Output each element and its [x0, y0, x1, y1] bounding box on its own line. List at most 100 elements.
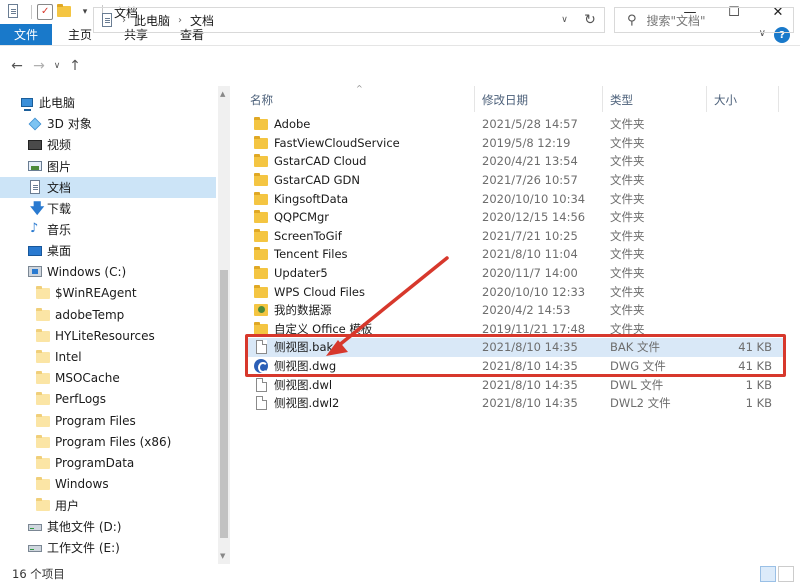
breadcrumb-separator[interactable]: › [178, 15, 182, 26]
file-name: 我的数据源 [274, 303, 332, 318]
sidebar-item[interactable]: adobeTemp [0, 304, 216, 325]
sidebar-item[interactable]: 视频 [0, 134, 216, 155]
file-name: Tencent Files [274, 247, 348, 262]
file-name: Adobe [274, 117, 311, 132]
properties-icon[interactable]: ✓ [37, 4, 53, 20]
sidebar-scrollbar[interactable]: ▲ ▼ [218, 86, 230, 564]
recent-locations-button[interactable]: ∨ [50, 55, 64, 77]
scroll-up-icon[interactable]: ▲ [220, 90, 225, 98]
file-name: 侧视图.dwl2 [274, 396, 340, 411]
customize-toolbar-icon[interactable]: ▾ [77, 4, 93, 20]
file-date: 2019/5/8 12:19 [482, 135, 571, 150]
sidebar-item-label: 下载 [47, 202, 72, 216]
file-row[interactable]: 侧视图.dwl2 2021/8/10 14:35 DWL2 文件 1 KB [246, 394, 786, 413]
large-icons-view-button[interactable] [778, 566, 794, 582]
sidebar-item[interactable]: HYLiteResources [0, 325, 216, 346]
drive-icon [28, 541, 42, 555]
breadcrumb-this-pc[interactable]: 此电脑 [134, 12, 170, 29]
file-row[interactable]: GstarCAD GDN 2021/7/26 10:57 文件夹 [246, 171, 786, 190]
file-row[interactable]: Tencent Files 2021/8/10 11:04 文件夹 [246, 245, 786, 264]
sidebar-item-label: 其他文件 (D:) [47, 520, 122, 534]
sidebar-item-label: Intel [55, 349, 82, 364]
details-view-button[interactable] [760, 566, 776, 582]
file-row[interactable]: 侧视图.dwl 2021/8/10 14:35 DWL 文件 1 KB [246, 375, 786, 394]
column-date[interactable]: 修改日期 [482, 92, 528, 108]
download-icon: 🡇 [30, 200, 45, 217]
up-button[interactable]: ↑ [64, 55, 86, 77]
sidebar-item[interactable]: 工作文件 (E:) [0, 537, 216, 558]
file-row[interactable]: GstarCAD Cloud 2020/4/21 13:54 文件夹 [246, 152, 786, 171]
search-box[interactable]: ⚲ 搜索"文档" [614, 7, 794, 33]
file-row[interactable]: WPS Cloud Files 2020/10/10 12:33 文件夹 [246, 282, 786, 301]
column-divider[interactable] [778, 86, 779, 112]
file-row[interactable]: KingsoftData 2020/10/10 10:34 文件夹 [246, 189, 786, 208]
sidebar-item[interactable]: Windows [0, 474, 216, 495]
sidebar-item[interactable]: Intel [0, 346, 216, 367]
sidebar-item[interactable]: 桌面 [0, 240, 216, 261]
sidebar-item[interactable]: ProgramData [0, 452, 216, 473]
sidebar-item[interactable]: 🡇 下载 [0, 198, 216, 219]
file-type: 文件夹 [610, 117, 645, 132]
sort-ascending-icon: ^ [356, 84, 363, 93]
back-button[interactable]: ← [6, 55, 28, 77]
tab-file[interactable]: 文件 [0, 24, 53, 45]
sidebar-item[interactable]: 用户 [0, 495, 216, 516]
folder-icon [36, 392, 50, 406]
sidebar-item[interactable]: 其他文件 (D:) [0, 516, 216, 537]
address-dropdown-icon[interactable]: ∨ [553, 8, 575, 32]
folder-icon [254, 117, 268, 131]
column-header: ^ 名称 修改日期 类型 大小 [232, 84, 800, 112]
sidebar-item[interactable]: 文档 [0, 176, 216, 198]
column-divider[interactable] [602, 86, 603, 112]
sidebar-item[interactable]: MSOCache [0, 368, 216, 389]
file-type: 文件夹 [610, 173, 645, 188]
file-row[interactable]: ScreenToGif 2021/7/21 10:25 文件夹 [246, 227, 786, 246]
sidebar-item[interactable]: 此电脑 [0, 92, 216, 113]
folder-icon [36, 413, 50, 428]
file-type: 文件夹 [610, 266, 645, 281]
column-type[interactable]: 类型 [610, 92, 633, 108]
file-type: 文件夹 [610, 210, 645, 225]
file-row[interactable]: Adobe 2021/5/28 14:57 文件夹 [246, 115, 786, 134]
data-source-icon [254, 303, 268, 317]
forward-button[interactable]: → [28, 55, 50, 77]
scroll-down-icon[interactable]: ▼ [220, 552, 225, 560]
file-name: GstarCAD Cloud [274, 154, 367, 169]
file-type: 文件夹 [610, 191, 645, 206]
breadcrumb: › 此电脑 › 文档 [94, 12, 214, 29]
sidebar-item[interactable]: 图片 [0, 156, 216, 177]
sidebar-item[interactable]: ♪ 音乐 [0, 219, 216, 240]
sidebar-item-label: 桌面 [47, 244, 72, 259]
file-row[interactable]: FastViewCloudService 2019/5/8 12:19 文件夹 [246, 134, 786, 153]
annotation-highlight-box [245, 334, 786, 377]
sidebar-item[interactable]: Program Files (x86) [0, 431, 216, 452]
new-folder-icon[interactable] [57, 4, 73, 20]
folder-icon [36, 328, 50, 343]
column-size[interactable]: 大小 [714, 92, 737, 108]
file-type: 文件夹 [610, 228, 645, 243]
sidebar-item[interactable]: 3D 对象 [0, 113, 216, 134]
sidebar-item[interactable]: Program Files [0, 410, 216, 431]
scrollbar-thumb[interactable] [220, 270, 228, 538]
refresh-button[interactable]: ↻ [576, 7, 605, 33]
column-divider[interactable] [474, 86, 475, 112]
file-date: 2021/5/28 14:57 [482, 117, 578, 132]
file-date: 2021/8/10 14:35 [482, 377, 578, 392]
file-row[interactable]: Updater5 2020/11/7 14:00 文件夹 [246, 264, 786, 283]
address-bar[interactable]: › 此电脑 › 文档 ∨ [93, 7, 605, 33]
file-row[interactable]: 我的数据源 2020/4/2 14:53 文件夹 [246, 301, 786, 320]
sidebar-item[interactable]: PerfLogs [0, 389, 216, 410]
column-divider[interactable] [706, 86, 707, 112]
pictures-icon [28, 159, 42, 173]
sidebar-item-label: 音乐 [47, 223, 72, 238]
file-row[interactable]: QQPCMgr 2020/12/15 14:56 文件夹 [246, 208, 786, 227]
pc-icon [20, 96, 34, 111]
music-icon: ♪ [30, 220, 39, 236]
breadcrumb-documents[interactable]: 文档 [190, 12, 214, 29]
sidebar-item[interactable]: Windows (C:) [0, 262, 216, 283]
breadcrumb-separator[interactable]: › [122, 15, 126, 26]
column-name[interactable]: 名称 [250, 92, 273, 108]
sidebar-item[interactable]: $WinREAgent [0, 283, 216, 304]
file-name-cell: FastViewCloudService [254, 135, 464, 150]
file-name-cell: KingsoftData [254, 191, 464, 206]
